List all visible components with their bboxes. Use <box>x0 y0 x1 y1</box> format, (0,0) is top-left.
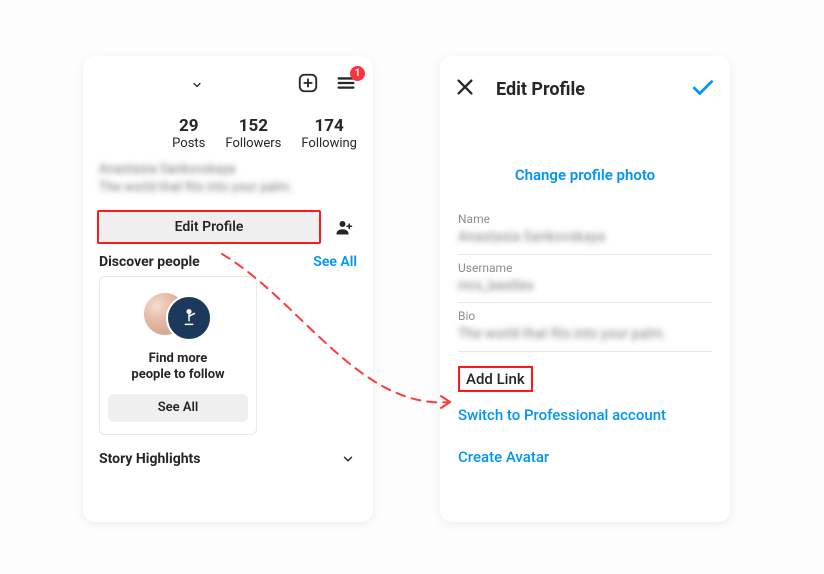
account-switcher[interactable] <box>97 79 297 91</box>
close-button[interactable] <box>454 76 476 102</box>
profile-stats: 29 Posts 152 Followers 174 Following <box>99 116 357 151</box>
profile-name: Anastasia Sankovskaya <box>99 161 357 179</box>
edit-profile-button[interactable]: Edit Profile <box>99 212 319 242</box>
add-person-icon <box>335 218 353 236</box>
switch-professional-link[interactable]: Switch to Professional account <box>458 392 712 428</box>
suggested-avatars <box>142 287 214 343</box>
edit-profile-header: Edit Profile <box>440 68 730 114</box>
avatar <box>166 295 212 341</box>
stat-label: Posts <box>172 136 205 151</box>
stat-count: 152 <box>225 116 281 136</box>
discover-people-button[interactable] <box>329 212 359 242</box>
create-post-button[interactable] <box>297 72 319 98</box>
check-icon <box>690 74 716 100</box>
edit-profile-highlight: Edit Profile <box>97 210 321 244</box>
close-icon <box>454 76 476 98</box>
menu-button[interactable]: 1 <box>335 72 357 98</box>
discover-people-title: Discover people <box>99 254 200 270</box>
profile-topbar: 1 <box>93 68 363 102</box>
discover-card: Find more people to follow See All <box>99 276 257 435</box>
paddle-icon <box>178 307 200 329</box>
add-link-button[interactable]: Add Link <box>458 366 533 392</box>
add-link-highlight: Add Link <box>458 366 712 392</box>
see-all-link[interactable]: See All <box>313 254 357 270</box>
plus-square-icon <box>297 72 319 94</box>
field-label: Name <box>458 212 712 226</box>
see-all-button[interactable]: See All <box>108 394 248 422</box>
profile-screen: 1 29 Posts 152 Followers 174 Following A… <box>83 56 373 522</box>
story-highlights-row[interactable]: Story Highlights <box>93 435 363 471</box>
stat-count: 174 <box>301 116 357 136</box>
story-highlights-title: Story Highlights <box>99 451 200 467</box>
stat-label: Following <box>301 136 357 151</box>
bio-field[interactable]: Bio The world that fits into your palm. <box>458 303 712 352</box>
create-avatar-link[interactable]: Create Avatar <box>458 428 712 470</box>
chevron-down-icon <box>341 452 355 466</box>
stat-label: Followers <box>225 136 281 151</box>
stat-followers[interactable]: 152 Followers <box>225 116 281 151</box>
stat-count: 29 <box>172 116 205 136</box>
change-profile-photo-link[interactable]: Change profile photo <box>458 114 712 206</box>
profile-bio-text: The world that fits into your palm. <box>99 179 357 197</box>
username-field[interactable]: Username mrs_beetles <box>458 255 712 304</box>
field-value: The world that fits into your palm. <box>458 325 712 345</box>
confirm-button[interactable] <box>690 74 716 104</box>
edit-profile-screen: Edit Profile Change profile photo Name A… <box>440 56 730 522</box>
name-field[interactable]: Name Anastasia Sankovskaya <box>458 206 712 255</box>
chevron-down-icon <box>191 79 203 91</box>
field-value: Anastasia Sankovskaya <box>458 228 712 248</box>
page-title: Edit Profile <box>496 79 690 100</box>
profile-bio: Anastasia Sankovskaya The world that fit… <box>93 161 363 202</box>
field-label: Bio <box>458 309 712 323</box>
stat-posts[interactable]: 29 Posts <box>172 116 205 151</box>
field-value: mrs_beetles <box>458 277 712 297</box>
notification-badge: 1 <box>350 66 365 81</box>
find-more-text: Find more people to follow <box>131 351 224 384</box>
stat-following[interactable]: 174 Following <box>301 116 357 151</box>
field-label: Username <box>458 261 712 275</box>
